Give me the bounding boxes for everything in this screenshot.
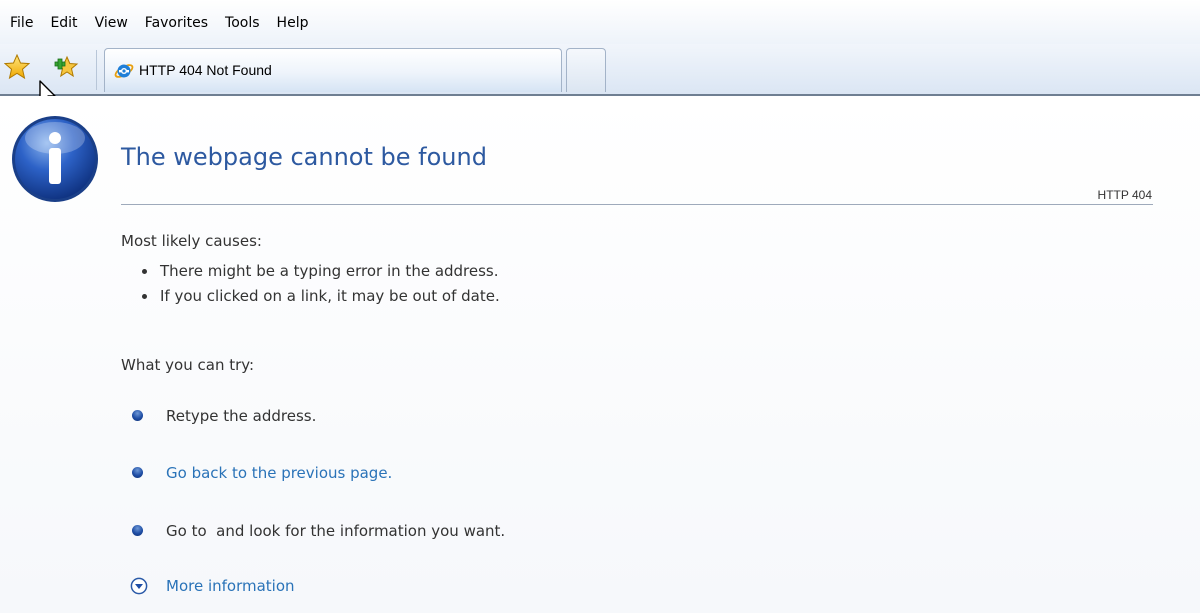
new-tab-button[interactable] bbox=[566, 48, 606, 92]
retype-address-text: Retype the address. bbox=[166, 407, 317, 425]
go-back-link[interactable]: Go back to the previous page. bbox=[166, 462, 392, 484]
error-page: The webpage cannot be found HTTP 404 Mos… bbox=[0, 96, 1200, 613]
causes-list: There might be a typing error in the add… bbox=[140, 261, 500, 311]
tab-title: HTTP 404 Not Found bbox=[139, 62, 272, 78]
tab-http-404[interactable]: HTTP 404 Not Found bbox=[104, 48, 562, 92]
menu-tools[interactable]: Tools bbox=[225, 14, 260, 32]
list-item: There might be a typing error in the add… bbox=[140, 261, 500, 286]
tab-bar: HTTP 404 Not Found bbox=[0, 44, 1200, 96]
menu-favorites[interactable]: Favorites bbox=[145, 14, 208, 32]
expand-chevron-icon[interactable] bbox=[130, 577, 148, 595]
menu-help[interactable]: Help bbox=[277, 14, 309, 32]
favorites-star-icon[interactable] bbox=[4, 54, 30, 80]
menu-view[interactable]: View bbox=[95, 14, 128, 32]
blue-bullet-icon bbox=[132, 410, 143, 421]
more-information-link[interactable]: More information bbox=[166, 574, 295, 598]
menu-items: File Edit View Favorites Tools Help bbox=[10, 14, 325, 32]
info-icon bbox=[12, 116, 98, 202]
internet-explorer-icon bbox=[114, 64, 134, 78]
list-item: If you clicked on a link, it may be out … bbox=[140, 286, 500, 311]
menu-file[interactable]: File bbox=[10, 14, 33, 32]
go-to-text: Go to and look for the information you w… bbox=[166, 522, 506, 540]
blue-bullet-icon bbox=[132, 525, 143, 536]
cause-text: If you clicked on a link, it may be out … bbox=[160, 287, 500, 305]
menu-edit[interactable]: Edit bbox=[50, 14, 77, 32]
try-heading: What you can try: bbox=[121, 356, 255, 374]
page-title: The webpage cannot be found bbox=[121, 143, 487, 171]
menu-bar: File Edit View Favorites Tools Help bbox=[0, 0, 1200, 44]
add-to-favorites-icon[interactable] bbox=[53, 54, 79, 80]
title-divider bbox=[121, 204, 1153, 205]
http-status-code: HTTP 404 bbox=[1097, 188, 1152, 202]
causes-heading: Most likely causes: bbox=[121, 232, 262, 250]
blue-bullet-icon bbox=[132, 467, 143, 478]
cause-text: There might be a typing error in the add… bbox=[160, 262, 499, 280]
tab-separator bbox=[96, 50, 97, 90]
bullet-icon bbox=[142, 294, 147, 299]
bullet-icon bbox=[142, 269, 147, 274]
